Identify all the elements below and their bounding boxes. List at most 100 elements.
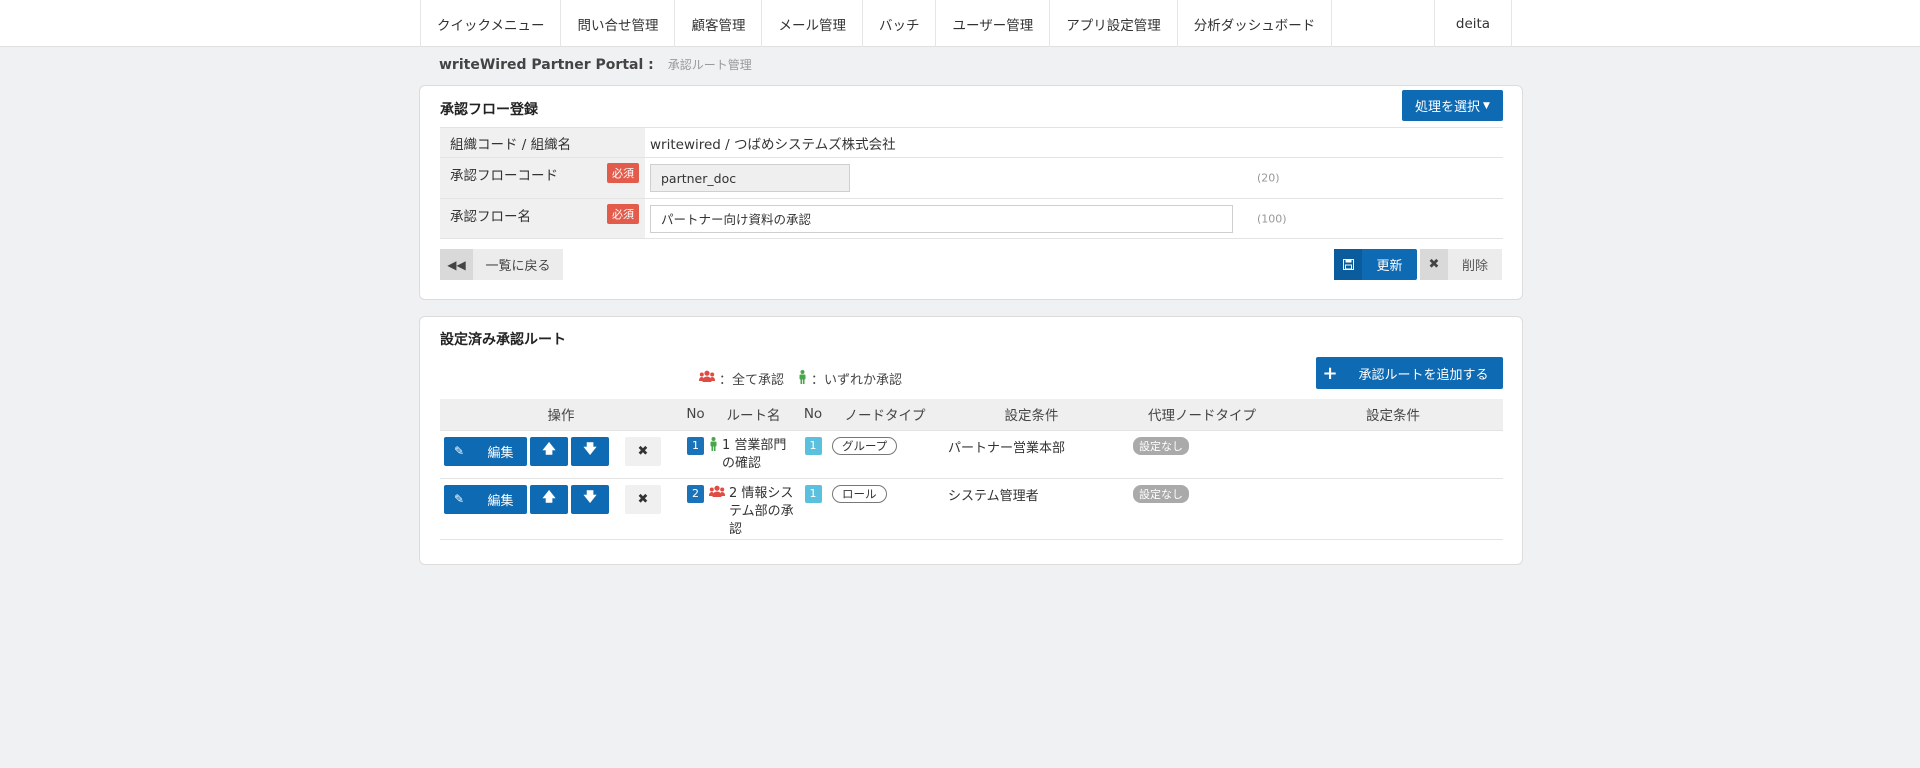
group-icon bbox=[699, 370, 715, 387]
nav-item-inquiry[interactable]: 問い合せ管理 bbox=[561, 0, 676, 47]
col-condition: 設定条件 bbox=[942, 399, 1121, 430]
node-no-badge: 1 bbox=[804, 484, 822, 503]
node-no-cell: 1 bbox=[798, 429, 828, 478]
flow-name-cell: パートナー向け資料の承認 (100) bbox=[645, 198, 1503, 239]
fast-backward-icon: ◀◀ bbox=[440, 249, 473, 280]
add-route-label: 承認ルートを追加する bbox=[1358, 367, 1489, 383]
edit-button[interactable]: ✎ 編集 bbox=[444, 436, 527, 466]
delete-button[interactable]: ✖ 削除 bbox=[1420, 249, 1502, 280]
col-node-no: No bbox=[798, 399, 828, 430]
route-legend: ：全て承認 ：いずれか承認 bbox=[699, 369, 902, 388]
flow-code-input[interactable]: partner_doc bbox=[650, 164, 850, 192]
delete-label: 削除 bbox=[1461, 259, 1488, 274]
move-up-button[interactable]: 🡅 bbox=[530, 484, 568, 514]
route-no-badge: 2 bbox=[687, 484, 704, 503]
node-type-cell: ロール bbox=[828, 477, 942, 540]
route-name-cell: 2 情報システム部の承認 bbox=[709, 477, 798, 540]
action-select-button[interactable]: 処理を選択 ▼ bbox=[1402, 90, 1503, 121]
table-header: 操作 No ルート名 No ノードタイプ 設定条件 代理ノードタイプ 設定条件 bbox=[440, 399, 1503, 430]
nav-item-analytics[interactable]: 分析ダッシュボード bbox=[1178, 0, 1333, 47]
route-name: 1 営業部門の確認 bbox=[722, 437, 787, 471]
org-value: writewired / つばめシステムズ株式会社 bbox=[645, 127, 1503, 158]
breadcrumb: writeWired Partner Portal : 承認ルート管理 bbox=[439, 56, 752, 73]
routes-table: 操作 No ルート名 No ノードタイプ 設定条件 代理ノードタイプ 設定条件 … bbox=[440, 399, 1503, 540]
edit-label: 編集 bbox=[487, 493, 514, 509]
table-row: ✎ 編集 🡅 🡇 ✖ 1 1 営業部門の確認 1 グループ パートナー営業本部 bbox=[440, 429, 1503, 478]
update-label: 更新 bbox=[1376, 259, 1403, 274]
move-up-button[interactable]: 🡅 bbox=[530, 436, 568, 466]
col-no: No bbox=[682, 399, 709, 430]
col-route-name: ルート名 bbox=[709, 399, 798, 430]
close-icon: ✖ bbox=[637, 491, 649, 507]
nav-item-quick-menu[interactable]: クイックメニュー bbox=[421, 0, 562, 47]
node-type-pill: ロール bbox=[832, 484, 887, 503]
proxy-type-badge: 設定なし bbox=[1133, 484, 1189, 503]
plus-icon: + bbox=[1322, 362, 1338, 384]
panel-title: 設定済み承認ルート bbox=[440, 332, 566, 348]
flow-name-label: 承認フロー名 bbox=[450, 209, 531, 225]
flow-form-table: 組織コード / 組織名 writewired / つばめシステムズ株式会社 承認… bbox=[440, 127, 1503, 239]
legend-any-label: ：いずれか承認 bbox=[811, 373, 903, 388]
proxy-condition-cell bbox=[1283, 477, 1503, 540]
panel-title: 承認フロー登録 bbox=[440, 102, 538, 118]
col-node-type: ノードタイプ bbox=[828, 399, 942, 430]
approval-flow-form-panel: 承認フロー登録 処理を選択 ▼ 組織コード / 組織名 writewired /… bbox=[419, 85, 1523, 300]
user-menu[interactable]: deita bbox=[1434, 0, 1512, 47]
close-icon: ✖ bbox=[1420, 249, 1448, 280]
table-row: ✎ 編集 🡅 🡇 ✖ 2 2 情報システム部の承認 1 ロール システム管理者 bbox=[440, 477, 1503, 540]
org-label: 組織コード / 組織名 bbox=[440, 127, 645, 158]
nav-item-users[interactable]: ユーザー管理 bbox=[936, 0, 1051, 47]
required-badge: 必須 bbox=[607, 204, 639, 224]
close-icon: ✖ bbox=[637, 443, 649, 459]
action-select-label: 処理を選択 bbox=[1415, 100, 1481, 115]
arrow-up-icon: 🡅 bbox=[542, 442, 556, 457]
route-no-badge: 1 bbox=[687, 436, 704, 455]
route-no-cell: 2 bbox=[682, 477, 709, 540]
proxy-condition-cell bbox=[1283, 429, 1503, 478]
update-button[interactable]: 更新 bbox=[1334, 249, 1417, 280]
col-proxy-condition: 設定条件 bbox=[1283, 399, 1503, 430]
required-badge: 必須 bbox=[607, 163, 639, 183]
nav-item-app-settings[interactable]: アプリ設定管理 bbox=[1050, 0, 1178, 47]
approval-routes-panel: 設定済み承認ルート ：全て承認 ：いずれか承認 + 承認ルートを追加する 操作 … bbox=[419, 316, 1523, 565]
nav-item-batch[interactable]: バッチ bbox=[863, 0, 937, 47]
route-name: 2 情報システム部の承認 bbox=[729, 485, 794, 537]
flow-name-input[interactable]: パートナー向け資料の承認 bbox=[650, 204, 1233, 233]
person-icon bbox=[709, 436, 718, 457]
route-no-cell: 1 bbox=[682, 429, 709, 478]
pencil-icon: ✎ bbox=[453, 444, 465, 458]
back-label: 一覧に戻る bbox=[485, 259, 551, 274]
row-actions: ✎ 編集 🡅 🡇 ✖ bbox=[440, 429, 682, 478]
caret-down-icon: ▼ bbox=[1483, 100, 1490, 111]
flow-code-label: 承認フローコード bbox=[450, 168, 558, 184]
flow-name-length-hint: (100) bbox=[1257, 212, 1287, 225]
legend-all-label: ：全て承認 bbox=[719, 373, 785, 388]
nav-item-customer[interactable]: 顧客管理 bbox=[675, 0, 763, 47]
node-type-pill: グループ bbox=[832, 436, 898, 455]
flow-name-label-cell: 承認フロー名 必須 bbox=[440, 198, 645, 239]
pencil-icon: ✎ bbox=[453, 492, 465, 506]
proxy-type-cell: 設定なし bbox=[1121, 429, 1283, 478]
nav-item-mail[interactable]: メール管理 bbox=[762, 0, 863, 47]
node-no-badge: 1 bbox=[804, 436, 822, 455]
move-down-button[interactable]: 🡇 bbox=[571, 436, 609, 466]
node-type-cell: グループ bbox=[828, 429, 942, 478]
flow-code-label-cell: 承認フローコード 必須 bbox=[440, 157, 645, 199]
delete-row-button[interactable]: ✖ bbox=[625, 484, 661, 514]
col-proxy-node-type: 代理ノードタイプ bbox=[1121, 399, 1283, 430]
portal-name: writeWired Partner Portal : bbox=[439, 57, 654, 73]
edit-button[interactable]: ✎ 編集 bbox=[444, 484, 527, 514]
person-icon bbox=[798, 369, 807, 388]
top-nav: クイックメニュー 問い合せ管理 顧客管理 メール管理 バッチ ユーザー管理 アプ… bbox=[0, 0, 1920, 47]
arrow-down-icon: 🡇 bbox=[583, 490, 597, 505]
flow-code-length-hint: (20) bbox=[1257, 171, 1280, 185]
proxy-type-badge: 設定なし bbox=[1133, 436, 1189, 455]
delete-row-button[interactable]: ✖ bbox=[625, 436, 661, 466]
add-route-button[interactable]: + 承認ルートを追加する bbox=[1316, 357, 1503, 389]
flow-code-cell: partner_doc (20) bbox=[645, 157, 1503, 199]
node-no-cell: 1 bbox=[798, 477, 828, 540]
edit-label: 編集 bbox=[487, 445, 514, 461]
condition-cell: システム管理者 bbox=[942, 477, 1121, 540]
back-to-list-button[interactable]: ◀◀ 一覧に戻る bbox=[440, 249, 563, 280]
move-down-button[interactable]: 🡇 bbox=[571, 484, 609, 514]
